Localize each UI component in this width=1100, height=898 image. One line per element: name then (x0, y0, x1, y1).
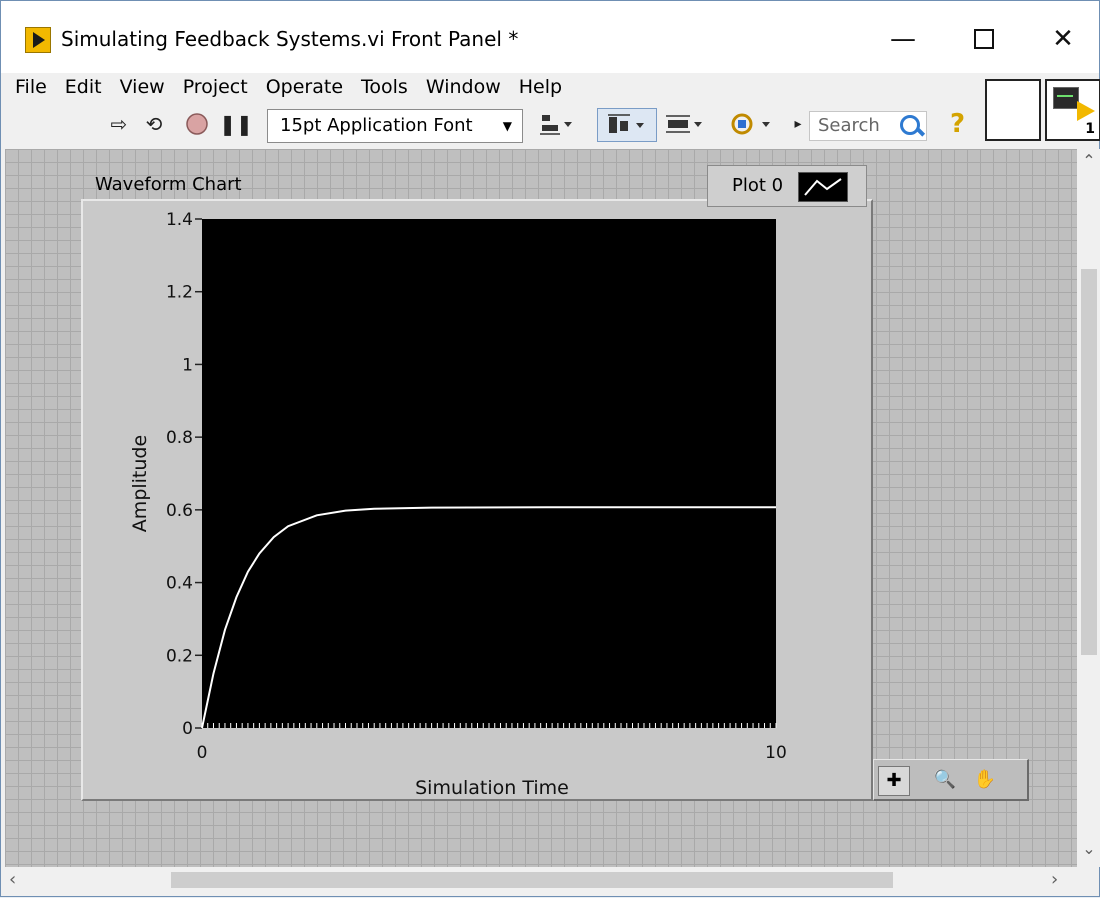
horizontal-scrollbar[interactable]: ‹ › (5, 867, 1077, 893)
vertical-scroll-thumb[interactable] (1081, 269, 1097, 655)
y-axis-label: Amplitude (129, 435, 151, 532)
scroll-up-icon[interactable]: ⌃ (1081, 151, 1097, 170)
plot-area (202, 219, 776, 728)
scroll-left-icon[interactable]: ‹ (9, 869, 16, 890)
x-tick-label: 10 (765, 743, 787, 763)
front-panel-window: Simulating Feedback Systems.vi Front Pan… (0, 0, 1100, 897)
horizontal-scroll-thumb[interactable] (171, 872, 893, 888)
crosshair-cursor-icon[interactable]: ✚ (878, 766, 910, 796)
y-tick-label: 0.2 (166, 646, 193, 666)
vertical-scrollbar[interactable]: ⌃ ⌄ (1077, 149, 1100, 867)
y-tick-label: 1.4 (166, 210, 193, 230)
x-axis-label: Simulation Time (415, 777, 569, 799)
y-tick-label: 0.6 (166, 501, 193, 521)
y-tick-label: 0.4 (166, 574, 193, 594)
zoom-icon[interactable]: 🔍 (930, 766, 960, 794)
pan-hand-icon[interactable]: ✋ (970, 766, 1000, 794)
y-tick-label: 0.8 (166, 428, 193, 448)
graph-palette: ✚ 🔍 ✋ (873, 759, 1029, 801)
scroll-right-icon[interactable]: › (1051, 869, 1058, 890)
x-tick-label: 0 (197, 743, 208, 763)
y-tick-label: 0 (182, 719, 193, 739)
y-tick-label: 1 (182, 355, 193, 375)
y-tick-label: 1.2 (166, 283, 193, 303)
scroll-down-icon[interactable]: ⌄ (1081, 839, 1097, 858)
